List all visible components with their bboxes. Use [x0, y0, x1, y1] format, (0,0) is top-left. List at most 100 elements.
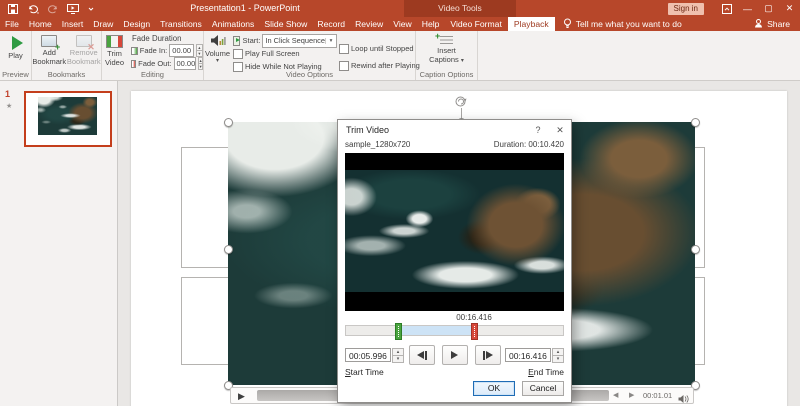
- group-label-video-options: Video Options: [204, 70, 415, 79]
- start-label: Start:: [242, 36, 260, 45]
- selection-handle-top-right[interactable]: [691, 118, 700, 127]
- spinner-up-icon[interactable]: ▴: [552, 348, 564, 356]
- end-time-spin-buttons[interactable]: ▴▾: [552, 348, 564, 362]
- start-time-spin-buttons[interactable]: ▴▾: [392, 348, 404, 362]
- share-label: Share: [767, 19, 790, 29]
- fade-in-icon: [131, 47, 138, 55]
- group-preview: Play Preview: [0, 31, 32, 80]
- save-icon[interactable]: [8, 4, 18, 14]
- video-file-name: sample_1280x720: [345, 140, 410, 153]
- tab-transitions[interactable]: Transitions: [155, 17, 207, 31]
- tab-slide-show[interactable]: Slide Show: [259, 17, 312, 31]
- tab-help[interactable]: Help: [417, 17, 445, 31]
- quick-access-toolbar: [8, 0, 94, 17]
- add-bookmark-button[interactable]: + Add Bookmark: [32, 34, 67, 66]
- volume-icon: [210, 34, 226, 50]
- selection-handle-mid-left[interactable]: [224, 245, 233, 254]
- ribbon-display-icon[interactable]: [716, 0, 737, 17]
- slideshow-icon[interactable]: [67, 4, 79, 14]
- fade-out-spinner[interactable]: ▴▾: [198, 57, 203, 70]
- trim-video-button[interactable]: Trim Video: [102, 34, 127, 70]
- redo-icon[interactable]: [48, 4, 58, 14]
- selection-handle-top-left[interactable]: [224, 118, 233, 127]
- close-icon[interactable]: ✕: [779, 0, 800, 17]
- dialog-close-icon[interactable]: ✕: [549, 120, 571, 140]
- share-button[interactable]: Share: [754, 17, 800, 31]
- ribbon: Play Preview + Add Bookmark ✕ Remove Boo…: [0, 31, 800, 81]
- window-title: Presentation1 - PowerPoint: [90, 0, 400, 17]
- cancel-button[interactable]: Cancel: [522, 381, 564, 396]
- dialog-title-bar[interactable]: Trim Video ? ✕: [338, 120, 571, 140]
- tab-record[interactable]: Record: [312, 17, 350, 31]
- start-time-input[interactable]: 00:05.996: [345, 348, 391, 362]
- tab-home[interactable]: Home: [24, 17, 57, 31]
- title-bar: Presentation1 - PowerPoint Video Tools S…: [0, 0, 800, 17]
- video-tools-header: Video Tools: [404, 0, 516, 17]
- tab-design[interactable]: Design: [118, 17, 155, 31]
- fade-in-input[interactable]: 00.00: [169, 44, 194, 57]
- maximize-icon[interactable]: ▢: [758, 0, 779, 17]
- video-preview[interactable]: [345, 153, 564, 311]
- rewind-after-playing-checkbox[interactable]: [339, 61, 349, 71]
- slide-1-thumbnail[interactable]: [24, 91, 112, 147]
- dropdown-arrow-icon[interactable]: ▾: [325, 38, 336, 44]
- dialog-play-button[interactable]: [442, 345, 468, 365]
- fade-in-spinner[interactable]: ▴▾: [196, 44, 203, 57]
- sign-in-button[interactable]: Sign in: [668, 3, 704, 15]
- minimize-icon[interactable]: —: [737, 0, 758, 17]
- tab-playback[interactable]: Playback: [508, 17, 555, 31]
- tab-view[interactable]: View: [388, 17, 416, 31]
- group-label-preview: Preview: [0, 70, 31, 79]
- add-bookmark-icon: +: [41, 35, 57, 47]
- start-time-label: Start Time: [345, 367, 384, 377]
- tab-draw[interactable]: Draw: [88, 17, 118, 31]
- trim-start-handle[interactable]: [395, 323, 402, 340]
- insert-captions-label-2: Captions ▾: [429, 56, 464, 65]
- spinner-up-icon[interactable]: ▴: [392, 348, 404, 356]
- remove-bookmark-icon: ✕: [76, 35, 92, 47]
- share-person-icon: [754, 19, 763, 30]
- fade-out-label: Fade Out:: [138, 59, 171, 68]
- volume-button[interactable]: Volume ▾: [204, 34, 231, 73]
- end-time-input[interactable]: 00:16.416: [505, 348, 551, 362]
- next-frame-icon: [486, 351, 493, 359]
- loop-until-stopped-checkbox[interactable]: [339, 44, 349, 54]
- spinner-up-icon[interactable]: ▴: [198, 57, 203, 64]
- tell-me-box[interactable]: Tell me what you want to do: [555, 17, 690, 31]
- previous-frame-button[interactable]: [409, 345, 435, 365]
- selection-handle-mid-right[interactable]: [691, 245, 700, 254]
- spinner-up-icon[interactable]: ▴: [196, 44, 203, 51]
- trim-video-label: Trim Video: [102, 50, 127, 67]
- tab-animations[interactable]: Animations: [207, 17, 260, 31]
- rotate-handle-icon[interactable]: [454, 95, 468, 113]
- spinner-down-icon[interactable]: ▾: [392, 356, 404, 363]
- player-forward-button[interactable]: ▶: [629, 391, 634, 399]
- undo-icon[interactable]: [27, 4, 39, 14]
- volume-label: Volume: [205, 50, 230, 59]
- tab-file[interactable]: File: [0, 17, 24, 31]
- tab-insert[interactable]: Insert: [57, 17, 89, 31]
- player-play-button[interactable]: ▶: [238, 390, 245, 402]
- rewind-after-playing-label: Rewind after Playing: [351, 61, 420, 70]
- player-back-button[interactable]: ◀: [613, 391, 618, 399]
- next-frame-button[interactable]: [475, 345, 501, 365]
- insert-captions-button[interactable]: + Insert Captions ▾: [416, 34, 477, 65]
- player-time: 00:01.01: [643, 391, 672, 400]
- group-video-options: Volume ▾ Start: In Click Sequence ▾: [204, 31, 416, 80]
- play-button[interactable]: Play: [0, 34, 31, 61]
- group-label-bookmarks: Bookmarks: [32, 70, 101, 79]
- dialog-help-icon[interactable]: ?: [527, 120, 549, 140]
- start-dropdown[interactable]: In Click Sequence ▾: [262, 34, 337, 48]
- spinner-down-icon[interactable]: ▾: [552, 356, 564, 363]
- remove-bookmark-button[interactable]: ✕ Remove Bookmark: [67, 34, 102, 66]
- group-caption-options: + Insert Captions ▾ Caption Options: [416, 31, 478, 80]
- trim-end-handle[interactable]: [471, 323, 478, 340]
- play-full-screen-checkbox[interactable]: [233, 49, 243, 59]
- tab-video-format[interactable]: Video Format: [444, 17, 507, 31]
- ok-button[interactable]: OK: [473, 381, 515, 396]
- end-time-spinner: 00:16.416 ▴▾: [505, 348, 564, 362]
- tab-review[interactable]: Review: [350, 17, 388, 31]
- fade-out-input[interactable]: 00.00: [174, 57, 197, 70]
- chevron-down-icon: ▾: [461, 58, 464, 64]
- speaker-icon[interactable]: [678, 391, 689, 406]
